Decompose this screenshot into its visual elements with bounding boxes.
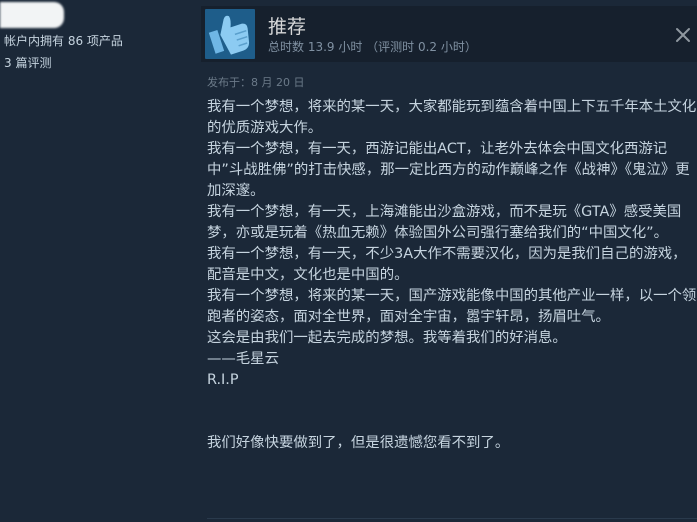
review-paragraph: 我有一个梦想，有一天，西游记能出ACT，让老外去体会中国文化西游记中”斗战胜佛”… [207,141,690,199]
vote-header: 推荐 总时数 13.9 小时 （评测时 0.2 小时） [201,6,697,62]
review-paragraph: 这会是由我们一起去完成的梦想。我等着我们的好消息。 [207,330,567,346]
review-page: 帐户内拥有 86 项产品 3 篇评测 推荐 总时数 13.9 小时 （评测时 0… [0,0,697,522]
close-icon[interactable] [674,26,692,44]
review-paragraph: 我有一个梦想，有一天，上海滩能出沙盒游戏，而不是玩《GTA》感受美国梦，亦或是玩… [207,204,682,241]
thumbs-up-icon [205,9,255,59]
divider [207,518,697,519]
reviewer-panel: 帐户内拥有 86 项产品 3 篇评测 [0,0,190,522]
review-paragraph: 我有一个梦想，将来的某一天，大家都能玩到蕴含着中国上下五千年本土文化的优质游戏大… [207,99,697,136]
review-rip: R.I.P [207,372,239,388]
review-text: 我有一个梦想，将来的某一天，大家都能玩到蕴含着中国上下五千年本土文化的优质游戏大… [207,97,697,454]
review-paragraph: 我有一个梦想，有一天，不少3A大作不需要汉化，因为是我们自己的游戏，配音是中文，… [207,246,687,283]
review-final-line: 我们好像快要做到了，但是很遗憾您看不到了。 [207,435,510,451]
review-count-link[interactable]: 3 篇评测 [4,54,51,71]
posted-date: 发布于：8 月 20 日 [207,76,305,89]
recommendation-title[interactable]: 推荐 [268,12,306,39]
blank-spacer [207,391,697,433]
review-paragraph: 我有一个梦想，将来的某一天，国产游戏能像中国的其他产业一样，以一个领跑者的姿态，… [207,288,697,325]
blurred-username[interactable] [0,2,64,28]
review-signature: ——毛星云 [207,351,279,367]
playtime-hours: 总时数 13.9 小时 （评测时 0.2 小时） [268,40,477,54]
review-card: 推荐 总时数 13.9 小时 （评测时 0.2 小时） 发布于：8 月 20 日… [201,0,697,522]
owned-games-count[interactable]: 帐户内拥有 86 项产品 [4,32,123,49]
